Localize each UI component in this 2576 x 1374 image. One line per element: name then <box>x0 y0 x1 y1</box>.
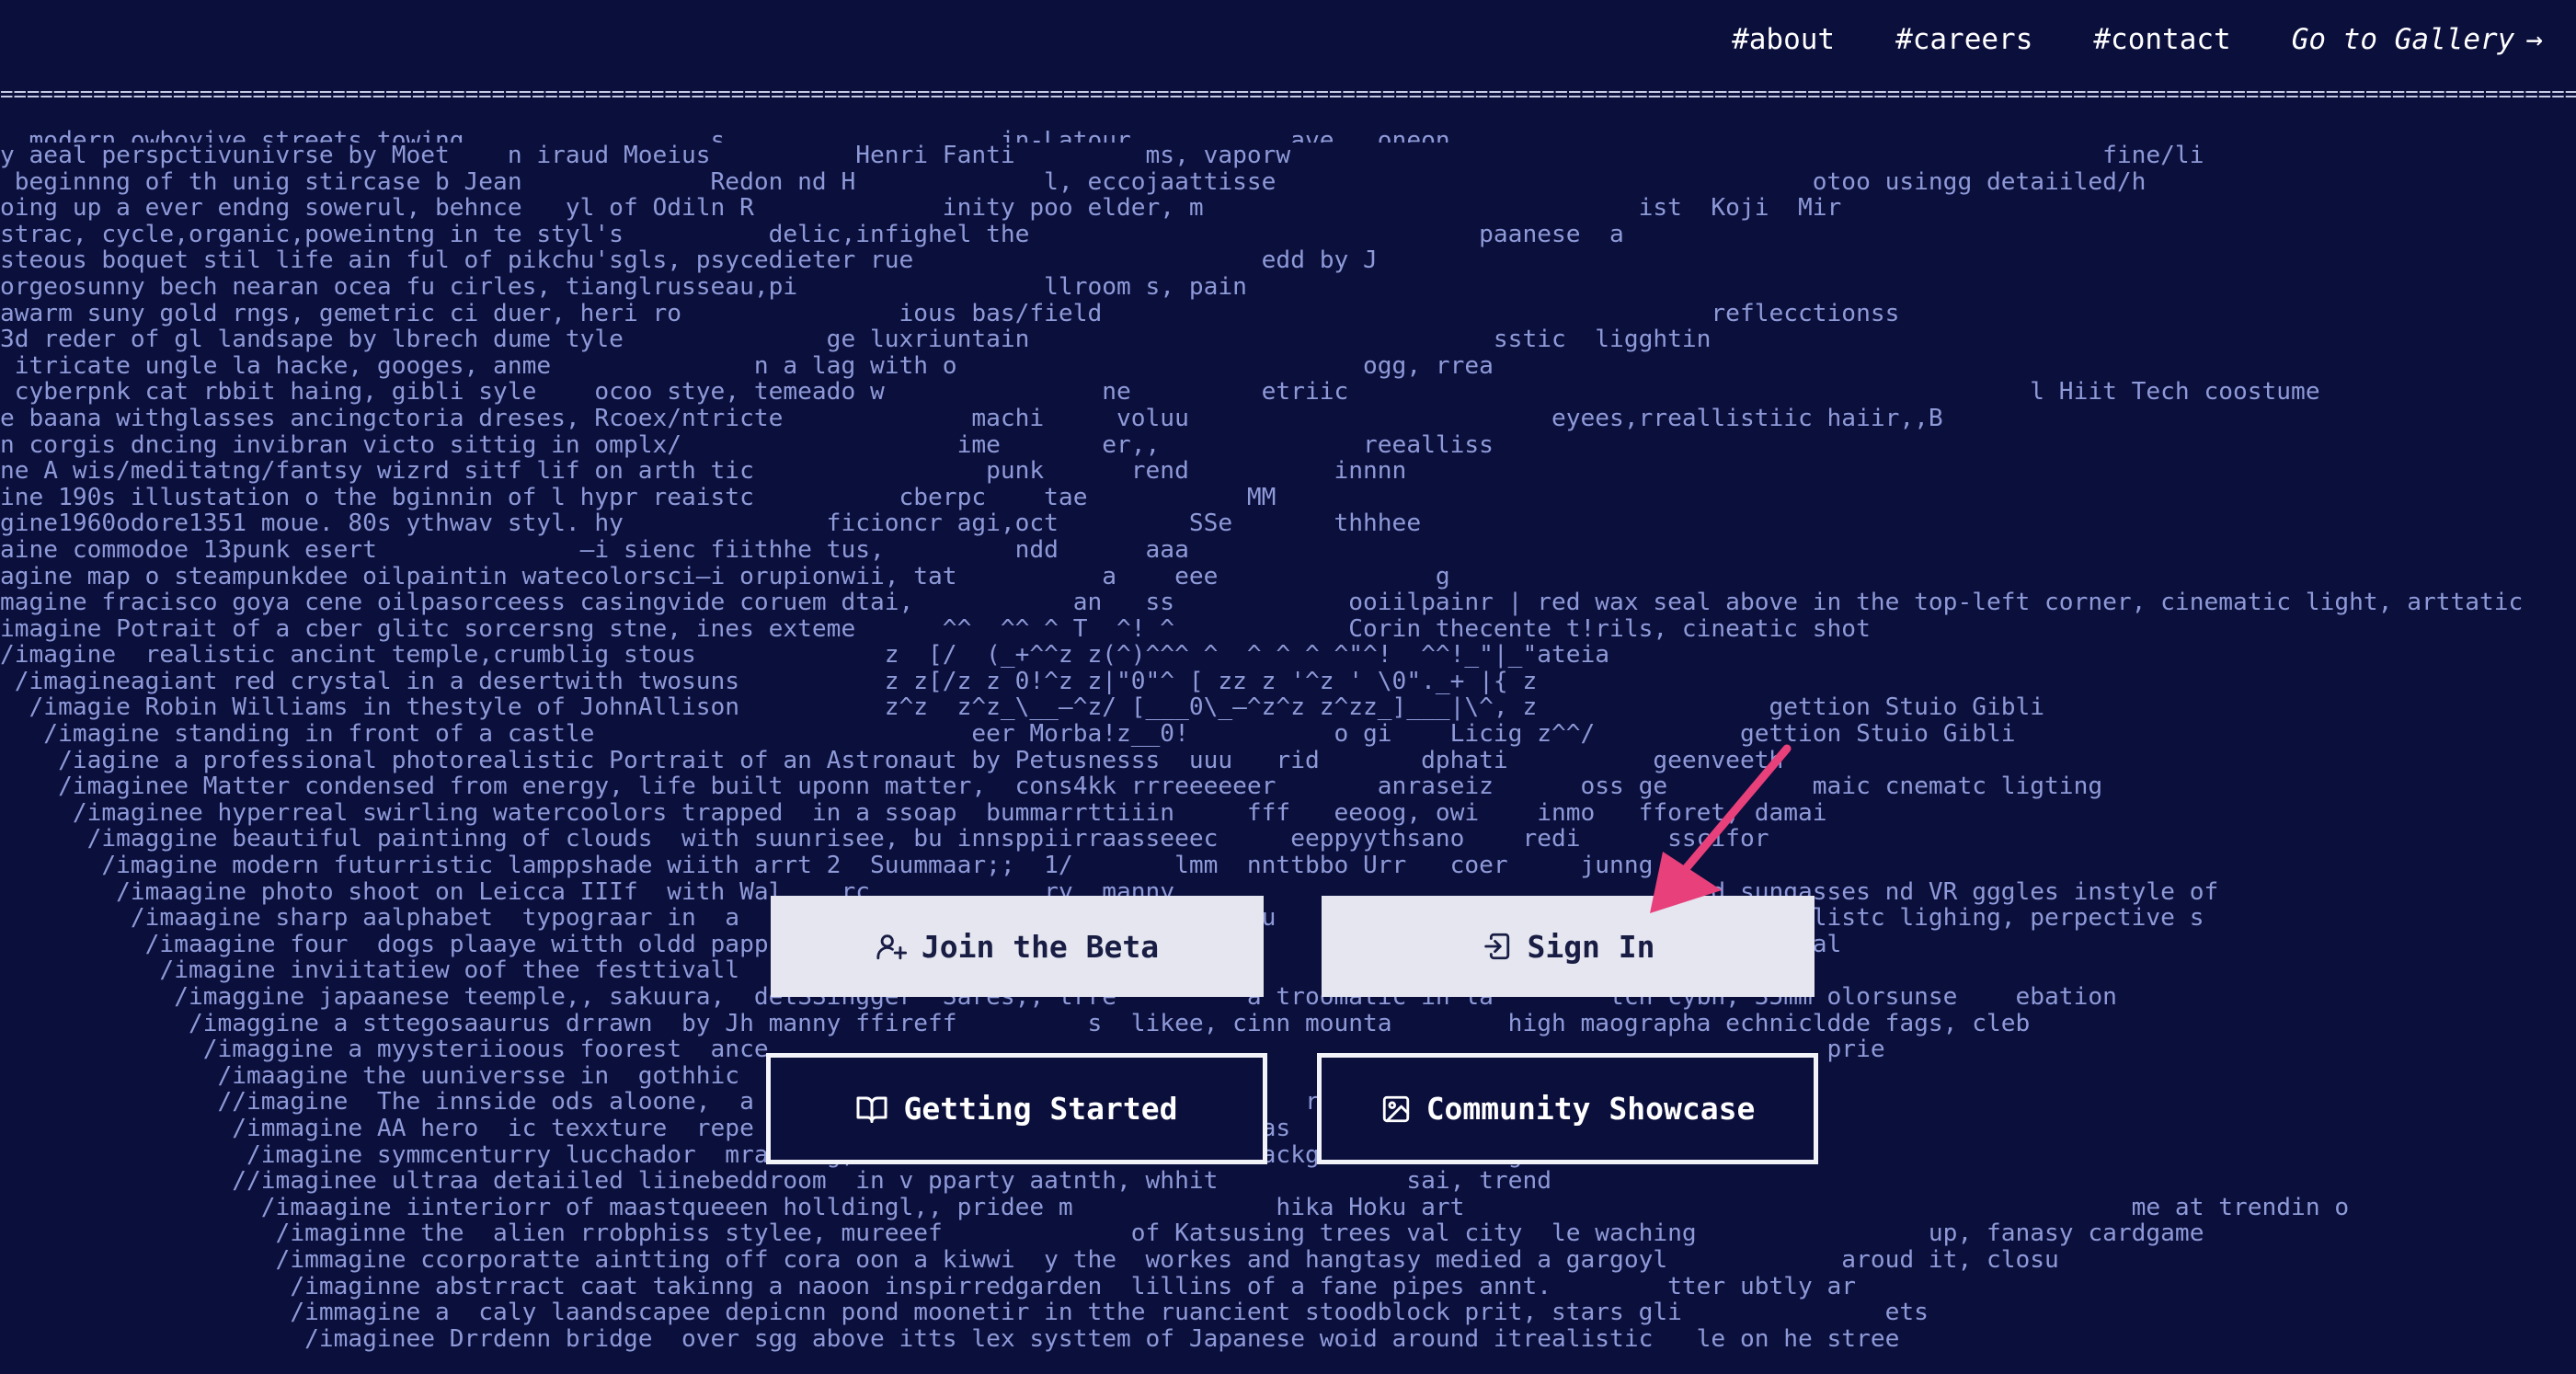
image-icon <box>1380 1093 1412 1125</box>
background-text-line: /imaagine sharp aalphabet typograar in a… <box>130 905 2204 932</box>
background-text-line: /imaagine iinteriorr of maastqueeen holl… <box>0 1194 2350 1221</box>
background-text-line: magine fracisco goya cene oilpasorceess … <box>0 590 2524 616</box>
background-text-line: ne A wis/meditatng/fantsy wizrd sitf lif… <box>0 458 1407 485</box>
background-text-line: /imagine standing in front of a castle e… <box>0 721 2016 748</box>
join-the-beta-button[interactable]: Join the Beta <box>771 896 1264 997</box>
background-text-line: orgeosunny bech nearan ocea fu cirles, t… <box>0 273 1247 301</box>
background-text-line: cyberpnk cat rbbit haing, gibli syle oco… <box>0 379 2320 406</box>
background-text-line: /imagineagiant red crystal in a desertwi… <box>0 668 1538 695</box>
background-text-line: /imaagine photo shoot on Leicca IIIf wit… <box>0 878 2219 906</box>
background-text-line: n corgis dncing invibran victo sittig in… <box>0 431 1494 459</box>
background-text-line: /imaginne the alien rrobphiss stylee, mu… <box>0 1220 2204 1247</box>
background-text-line: /imaggine beautiful paintinng of clouds … <box>0 826 1769 853</box>
background-text-line: gine1960odore1351 moue. 80s ythwav styl.… <box>0 510 1422 537</box>
background-text-line: /imaginee Matter condensed from energy, … <box>0 773 2103 800</box>
background-text-line: oing up a ever endng sowerul, behnce yl … <box>0 195 1842 222</box>
background-text-line: ine 190s illustation o the bginnin of l … <box>0 484 1277 511</box>
background-text-line: , modern owboyive.streets towing, s in-L… <box>0 128 1450 143</box>
go-to-gallery-link[interactable]: Go to Gallery → <box>2292 23 2543 56</box>
background-text-line: /imaginee hyperreal swirling watercoolor… <box>0 799 1827 827</box>
background-text-line: /imagine realistic ancint temple,crumbli… <box>0 642 1610 669</box>
background-text-line: y aeal perspctivunivrse by Moet n iraud … <box>0 143 2204 169</box>
background-text-line: /imagine inviitatiew oof thee festtivall… <box>159 957 1725 984</box>
background-text-line: e baana withglasses ancingctoria dreses,… <box>0 405 1943 432</box>
background-text-line: /immagine AA hero ic texxture repe wias … <box>232 1115 1711 1142</box>
top-navigation: #about #careers #contact Go to Gallery → <box>1732 17 2543 63</box>
nav-contact-link[interactable]: #contact <box>2093 23 2230 56</box>
background-text-line: steous boquet stil life ain ful of pikch… <box>0 247 1378 274</box>
sign-in-label: Sign In <box>1527 928 1655 965</box>
background-text-line: /imaggine japaanese teemple,, sakuura, d… <box>0 984 2117 1011</box>
arrow-right-icon: → <box>2525 23 2543 56</box>
community-showcase-button[interactable]: Community Showcase <box>1317 1053 1818 1164</box>
getting-started-button[interactable]: Getting Started <box>766 1053 1267 1164</box>
background-text-line: aine commodoe 13punk esert —i sienc fiit… <box>0 536 1189 564</box>
ascii-divider: ========================================… <box>0 83 2576 105</box>
background-text-line: imagine Potrait of a cber glitc sorcersn… <box>0 615 1871 643</box>
sign-in-icon <box>1481 931 1512 962</box>
background-text-line: /imaagine the uuniversse in gothhic <box>0 1062 740 1090</box>
sign-in-button[interactable]: Sign In <box>1322 896 1815 997</box>
background-text-line: /imaginee Drrdenn bridge over sgg above … <box>0 1325 1900 1353</box>
background-text-line: beginnng of th unig stircase b Jean Redo… <box>0 168 2147 196</box>
background-text-line: /imagie Robin Williams in thestyle of Jo… <box>0 694 2045 722</box>
background-text-line: /imaggine a myysteriioous foorest ance p… <box>0 1036 1885 1063</box>
background-text-line: awarm suny gold rngs, gemetric ci duer, … <box>0 300 1900 327</box>
background-text-line: 3d reder of gl landsape by lbrech dume t… <box>0 326 1712 353</box>
go-to-gallery-label: Go to Gallery <box>2291 23 2515 56</box>
nav-about-link[interactable]: #about <box>1732 23 1835 56</box>
background-text-line: //imaginee ultraa detaiiled liinebeddroo… <box>0 1168 1551 1195</box>
join-the-beta-label: Join the Beta <box>921 928 1160 965</box>
getting-started-label: Getting Started <box>903 1091 1178 1127</box>
background-text-line: /iagine a professional photorealistic Po… <box>0 747 1784 774</box>
background-text-line: /imaginne abstrract caat takinng a naoon… <box>0 1273 1857 1300</box>
background-text-line: //imagine The innside ods aloone, a rees <box>0 1089 1364 1116</box>
background-prompt-text: , modern owboyive.streets towing, s in-L… <box>0 128 2576 1374</box>
background-text-line: /imaggine a sttegosaaurus drrawn by Jh m… <box>0 1010 2031 1037</box>
book-icon <box>855 1093 888 1126</box>
background-text-line: /imagine symmcenturry lucchador mrawiing… <box>246 1141 1609 1169</box>
background-text-line: /imagine modern futurristic lamppshade w… <box>0 853 1654 879</box>
background-text-line: agine map o steampunkdee oilpaintin wate… <box>0 563 1450 590</box>
community-showcase-label: Community Showcase <box>1425 1091 1756 1127</box>
user-plus-icon <box>876 931 907 962</box>
background-text-line: /immagine ccorporatte aintting off cora … <box>0 1246 2059 1274</box>
background-text-line: /immagine a caly laandscapee depicnn pon… <box>0 1300 1929 1326</box>
background-text-line: itricate ungle la hacke, googes, anme n … <box>0 352 1494 380</box>
nav-careers-link[interactable]: #careers <box>1895 23 2032 56</box>
background-text-line: strac, cycle,organic,poweintng in te sty… <box>0 221 1624 248</box>
background-text-line: /imaagine four dogs plaaye witth oldd pa… <box>144 931 1842 958</box>
